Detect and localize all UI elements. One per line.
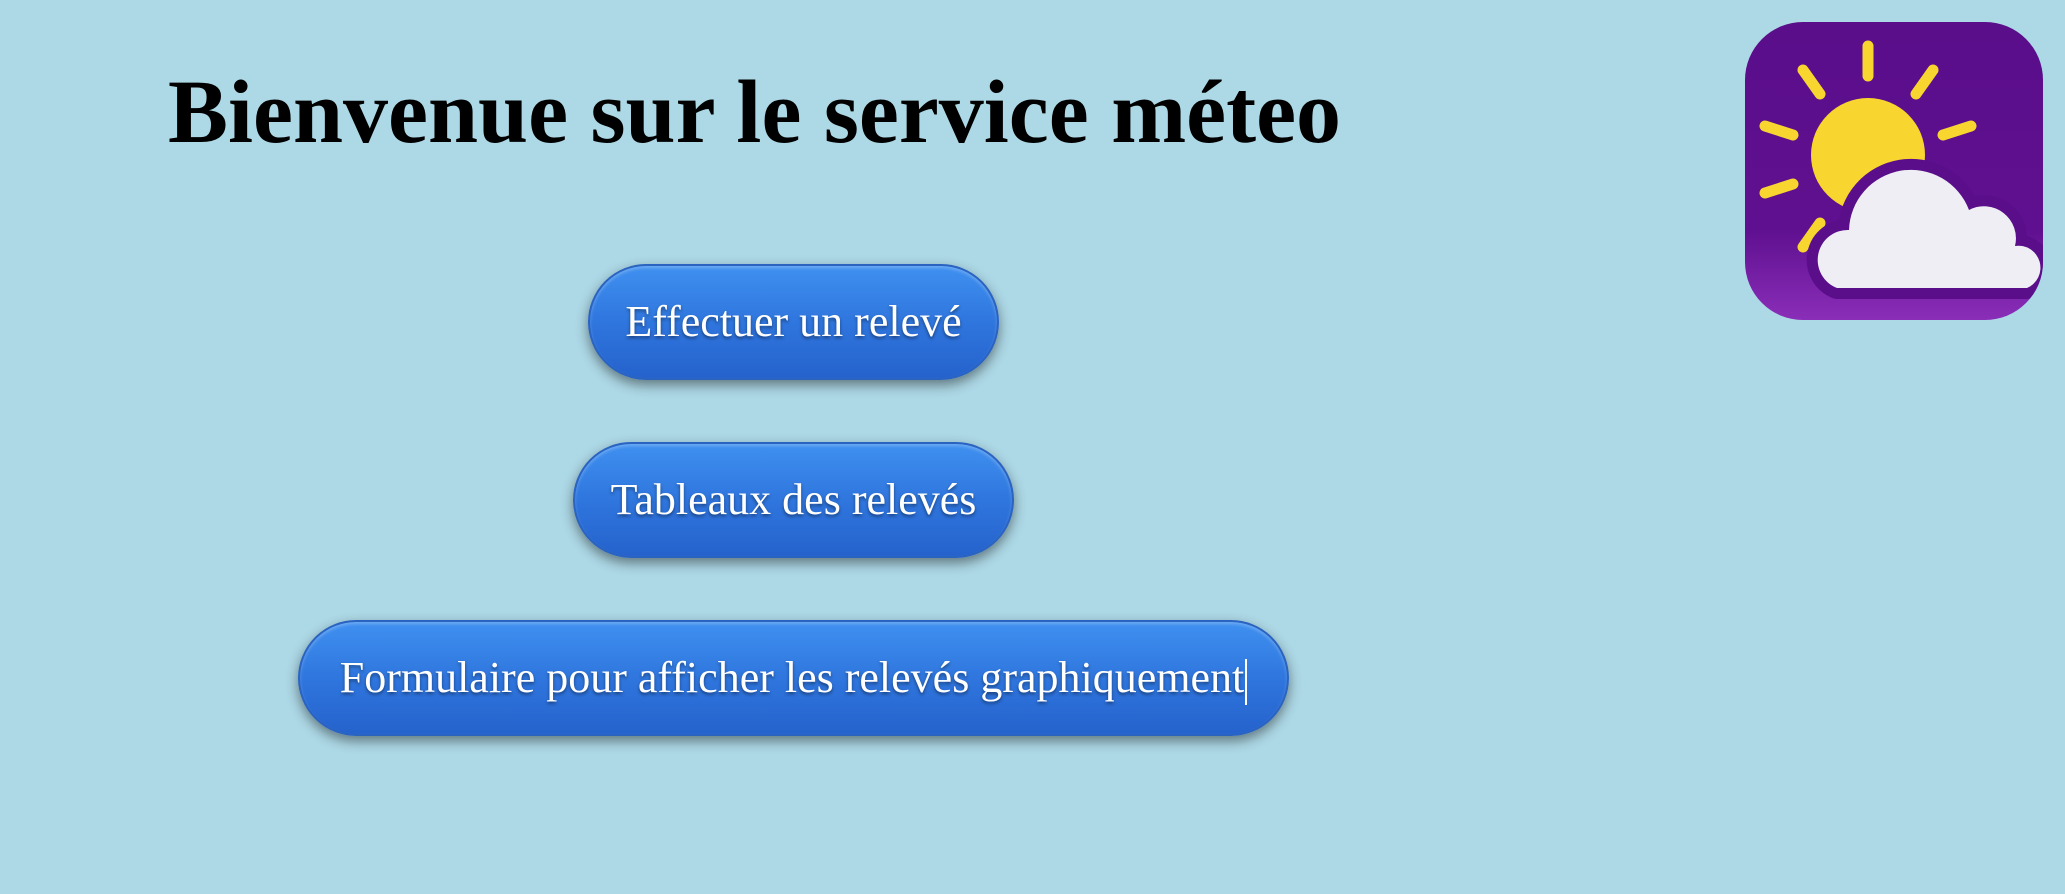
tableaux-releves-label: Tableaux des relevés	[610, 475, 977, 524]
effectuer-releve-label: Effectuer un relevé	[625, 297, 962, 346]
formulaire-graphique-label: Formulaire pour afficher les relevés gra…	[339, 653, 1245, 702]
tableaux-releves-button[interactable]: Tableaux des relevés	[573, 442, 1014, 558]
effectuer-releve-button[interactable]: Effectuer un relevé	[588, 264, 999, 380]
text-cursor	[1245, 658, 1248, 705]
sun-cloud-weather-icon	[1745, 22, 2043, 320]
page-title: Bienvenue sur le service méteo	[168, 63, 1342, 162]
formulaire-graphique-button[interactable]: Formulaire pour afficher les relevés gra…	[298, 620, 1289, 736]
